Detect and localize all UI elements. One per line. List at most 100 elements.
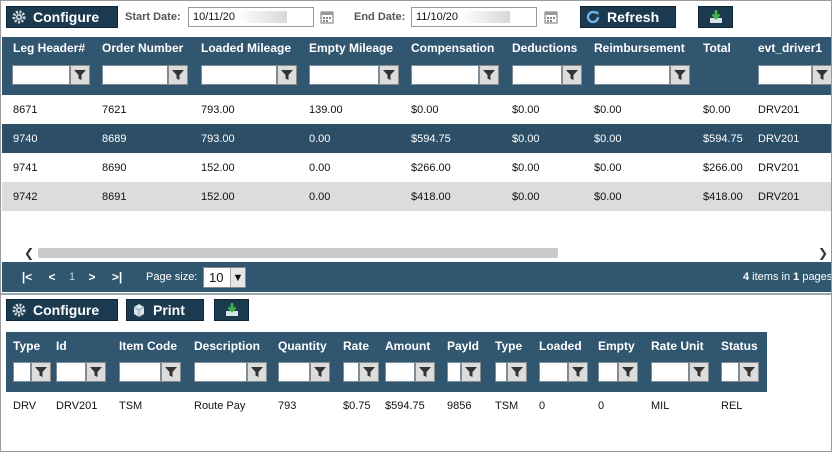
- column-header[interactable]: evt_driver1: [758, 41, 822, 55]
- column-header[interactable]: Status: [721, 339, 758, 353]
- column-header[interactable]: Quantity: [278, 339, 327, 353]
- filter-input[interactable]: [411, 65, 479, 85]
- filter-icon[interactable]: [479, 65, 499, 85]
- input-fade: [460, 11, 511, 23]
- cell: 8691: [102, 191, 127, 203]
- filter-input[interactable]: [56, 362, 86, 382]
- next-page-button[interactable]: >: [81, 267, 103, 287]
- horizontal-scrollbar[interactable]: ❮ ❯: [2, 245, 831, 261]
- filter-icon[interactable]: [277, 65, 297, 85]
- filter-icon[interactable]: [689, 362, 709, 382]
- configure-button-2[interactable]: Configure: [6, 299, 118, 321]
- scrollbar-thumb[interactable]: [38, 248, 558, 258]
- cell: REL: [721, 400, 743, 412]
- calendar-icon[interactable]: [320, 10, 334, 24]
- filter-icon[interactable]: [86, 362, 106, 382]
- filter-icon[interactable]: [507, 362, 527, 382]
- column-header[interactable]: Leg Header#: [13, 41, 85, 55]
- filter-icon[interactable]: [359, 362, 379, 382]
- filter-input[interactable]: [598, 362, 618, 382]
- column-header[interactable]: Loaded: [539, 339, 582, 353]
- column-header[interactable]: Type: [13, 339, 40, 353]
- filter-icon[interactable]: [562, 65, 582, 85]
- pane-splitter[interactable]: [1, 293, 831, 295]
- column-header[interactable]: Loaded Mileage: [201, 41, 291, 55]
- filter-input[interactable]: [102, 65, 168, 85]
- export-button-2[interactable]: [214, 299, 249, 321]
- column-header[interactable]: Total: [703, 41, 731, 55]
- column-header[interactable]: Empty Mileage: [309, 41, 393, 55]
- scroll-right-icon[interactable]: ❯: [814, 245, 831, 261]
- page-size-select[interactable]: 10 ▼: [203, 267, 246, 288]
- column-header[interactable]: PayId: [447, 339, 479, 353]
- filter-icon[interactable]: [310, 362, 330, 382]
- prev-page-button[interactable]: <: [41, 267, 63, 287]
- filter-icon[interactable]: [739, 362, 759, 382]
- filter-input[interactable]: [495, 362, 507, 382]
- column-header[interactable]: Type: [495, 339, 522, 353]
- table-row-selected[interactable]: 9740 8689 793.00 0.00 $594.75 $0.00 $0.0…: [2, 124, 831, 153]
- column-header[interactable]: Id: [56, 339, 67, 353]
- filter-input[interactable]: [594, 65, 670, 85]
- start-date-input[interactable]: 10/11/20: [188, 7, 314, 27]
- print-button[interactable]: Print: [126, 299, 204, 321]
- first-page-button[interactable]: |<: [16, 267, 38, 287]
- column-header[interactable]: Rate Unit: [651, 339, 704, 353]
- filter-input[interactable]: [385, 362, 415, 382]
- column-header[interactable]: Reimbursement: [594, 41, 685, 55]
- filter-input[interactable]: [12, 65, 70, 85]
- filter-input[interactable]: [512, 65, 562, 85]
- filter-icon[interactable]: [70, 65, 90, 85]
- export-button[interactable]: [698, 6, 733, 28]
- filter-icon[interactable]: [168, 65, 188, 85]
- filter-icon[interactable]: [31, 362, 51, 382]
- filter-icon[interactable]: [247, 362, 267, 382]
- column-header[interactable]: Description: [194, 339, 260, 353]
- page-size-label: Page size:: [146, 271, 198, 283]
- calendar-icon[interactable]: [544, 10, 558, 24]
- filter-input[interactable]: [119, 362, 161, 382]
- table-row[interactable]: DRV DRV201 TSM Route Pay 793 $0.75 $594.…: [6, 392, 767, 420]
- filter-icon[interactable]: [568, 362, 588, 382]
- table-row[interactable]: 9742 8691 152.00 0.00 $418.00 $0.00 $0.0…: [2, 182, 831, 211]
- filter-icon[interactable]: [415, 362, 435, 382]
- export-icon: [707, 9, 725, 25]
- filter-icon[interactable]: [161, 362, 181, 382]
- filter-icon[interactable]: [618, 362, 638, 382]
- column-header[interactable]: Order Number: [102, 41, 183, 55]
- filter-input[interactable]: [721, 362, 739, 382]
- filter-icon[interactable]: [812, 65, 831, 85]
- filter-input[interactable]: [447, 362, 461, 382]
- filter-input[interactable]: [194, 362, 247, 382]
- filter-input[interactable]: [278, 362, 310, 382]
- filter-input[interactable]: [201, 65, 277, 85]
- input-fade: [237, 11, 288, 23]
- filter-input[interactable]: [758, 65, 812, 85]
- column-header[interactable]: Item Code: [119, 339, 177, 353]
- column-header[interactable]: Rate: [343, 339, 369, 353]
- column-header[interactable]: Empty: [598, 339, 635, 353]
- filter-icon[interactable]: [379, 65, 399, 85]
- filter-icon[interactable]: [670, 65, 690, 85]
- filter-input[interactable]: [309, 65, 379, 85]
- scroll-left-icon[interactable]: ❮: [20, 245, 38, 261]
- table-row[interactable]: 8671 7621 793.00 139.00 $0.00 $0.00 $0.0…: [2, 95, 831, 124]
- current-page[interactable]: 1: [69, 271, 75, 283]
- refresh-button[interactable]: Refresh: [580, 6, 676, 28]
- filter-input[interactable]: [343, 362, 359, 382]
- cell: $0.00: [512, 191, 540, 203]
- filter-input[interactable]: [13, 362, 31, 382]
- filter-input[interactable]: [651, 362, 689, 382]
- column-header[interactable]: Amount: [385, 339, 430, 353]
- last-page-button[interactable]: >|: [106, 267, 128, 287]
- filter-input[interactable]: [539, 362, 568, 382]
- end-date-input[interactable]: 11/10/20: [411, 7, 537, 27]
- configure-button[interactable]: Configure: [6, 6, 118, 28]
- column-header[interactable]: Deductions: [512, 41, 577, 55]
- table-row[interactable]: 9741 8690 152.00 0.00 $266.00 $0.00 $0.0…: [2, 153, 831, 182]
- end-date-value: 11/10/20: [416, 11, 459, 23]
- chevron-down-icon[interactable]: ▼: [230, 268, 245, 287]
- column-header[interactable]: Compensation: [411, 41, 494, 55]
- filter-icon[interactable]: [461, 362, 481, 382]
- cell: $0.00: [703, 104, 731, 116]
